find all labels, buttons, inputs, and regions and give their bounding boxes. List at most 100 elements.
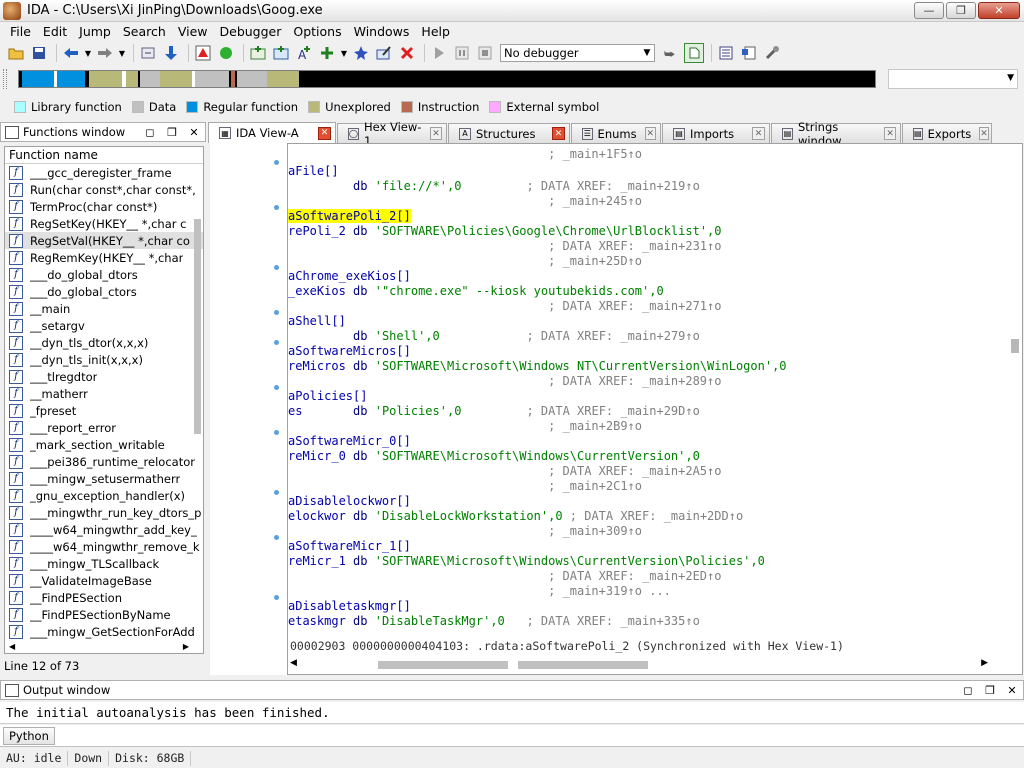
xref-comment[interactable]: ; DATA XREF: _main+289↑o	[288, 374, 721, 388]
minimize-button[interactable]: —	[914, 2, 944, 19]
function-row[interactable]: f RegRemKey(HKEY__ *,char	[5, 249, 203, 266]
xref-comment[interactable]: ; _main+1F5↑o	[288, 147, 642, 161]
data-name[interactable]: _exeKios	[288, 284, 346, 298]
python-language-button[interactable]: Python	[3, 727, 55, 745]
disasm-line[interactable]: aSoftwareMicr_0[]	[288, 434, 411, 449]
xref-comment[interactable]: ; DATA XREF: _main+29D↑o	[461, 404, 699, 418]
data-label[interactable]: aSoftwarePoli_2[]	[288, 209, 411, 223]
data-label[interactable]: aSoftwareMicr_1[]	[288, 539, 411, 553]
xref-comment[interactable]: ; _main+309↑o	[288, 524, 642, 538]
function-name-column-header[interactable]: Function name	[5, 147, 203, 164]
disasm-line[interactable]: aDisabletaskmgr[]	[288, 599, 411, 614]
function-row[interactable]: f __FindPESection	[5, 589, 203, 606]
function-row[interactable]: f ___do_global_ctors	[5, 283, 203, 300]
disasm-line[interactable]: elockwor db 'DisableLockWorkstation',0 ;…	[288, 509, 743, 524]
disasm-line[interactable]: ; DATA XREF: _main+2ED↑o	[288, 569, 721, 584]
menu-windows[interactable]: Windows	[348, 24, 416, 39]
jump-icon[interactable]	[138, 43, 158, 63]
ida-view-a[interactable]: ; _main+1F5↑o aFile[] db 'file://*',0 ; D…	[287, 143, 1023, 675]
data-label[interactable]: aPolicies[]	[288, 389, 367, 403]
disasm-line[interactable]: ; _main+2C1↑o	[288, 479, 642, 494]
breakpoints-icon[interactable]	[739, 43, 759, 63]
xref-comment[interactable]: ; DATA XREF: _main+2DD↑o	[563, 509, 743, 523]
data-label[interactable]: aShell[]	[288, 314, 346, 328]
data-name[interactable]: reMicros	[288, 359, 346, 373]
data-label[interactable]: aSoftwareMicros[]	[288, 344, 411, 358]
disasm-line[interactable]: aFile[]	[288, 164, 339, 179]
add-element-dropdown-icon[interactable]: ▼	[340, 43, 348, 63]
scroll-thumb[interactable]	[1011, 339, 1019, 353]
disasm-line[interactable]: reMicr_0 db 'SOFTWARE\Microsoft\Windows\…	[288, 449, 700, 464]
data-name[interactable]	[288, 329, 346, 343]
close-window-button[interactable]: ✕	[978, 2, 1020, 19]
disasm-line[interactable]: reMicros db 'SOFTWARE\Microsoft\Windows …	[288, 359, 787, 374]
tab-strings-window[interactable]: ▤ Strings window ✕	[771, 120, 901, 148]
disasm-line[interactable]: _exeKios db '"chrome.exe" --kiosk youtub…	[288, 284, 664, 299]
scroll-right-icon[interactable]: ▶	[981, 658, 988, 668]
stop-icon[interactable]	[475, 43, 495, 63]
disasm-line[interactable]: es db 'Policies',0 ; DATA XREF: _main+29…	[288, 404, 700, 419]
close-tab-icon[interactable]: ✕	[318, 126, 331, 140]
data-name[interactable]: rePoli_2	[288, 224, 346, 238]
disasm-line[interactable]: aChrome_exeKios[]	[288, 269, 411, 284]
data-name[interactable]	[288, 179, 346, 193]
tab-enums[interactable]: ☰ Enums ✕	[571, 123, 661, 143]
disasm-line[interactable]: ; _main+309↑o	[288, 524, 642, 539]
xref-comment[interactable]: ; DATA XREF: _main+271↑o	[288, 299, 721, 313]
function-row[interactable]: f ____w64_mingwthr_remove_k	[5, 538, 203, 555]
disasm-line[interactable]: reMicr_1 db 'SOFTWARE\Microsoft\Windows\…	[288, 554, 765, 569]
tools-icon[interactable]	[762, 43, 782, 63]
nav-band-dropdown[interactable]: ▼	[888, 69, 1018, 89]
data-label[interactable]: aChrome_exeKios[]	[288, 269, 411, 283]
menu-options[interactable]: Options	[287, 24, 347, 39]
xref-comment[interactable]: ; _main+25D↑o	[288, 254, 642, 268]
function-row[interactable]: f _fpreset	[5, 402, 203, 419]
data-label[interactable]: aDisabletaskmgr[]	[288, 599, 411, 613]
create-function-icon[interactable]	[248, 43, 268, 63]
disasm-line[interactable]: ; DATA XREF: _main+271↑o	[288, 299, 721, 314]
data-name[interactable]: etaskmgr	[288, 614, 346, 628]
disassembly-listing[interactable]: ; _main+1F5↑o aFile[] db 'file://*',0 ; D…	[288, 144, 1008, 632]
command-bar[interactable]: Python	[0, 725, 1024, 747]
disasm-line[interactable]: ; _main+1F5↑o	[288, 147, 642, 162]
scroll-thumb[interactable]	[518, 661, 648, 669]
open-folder-icon[interactable]	[6, 43, 26, 63]
back-dropdown-icon[interactable]: ▼	[84, 43, 92, 63]
tab-structures[interactable]: A Structures ✕	[448, 123, 570, 143]
menu-debugger[interactable]: Debugger	[214, 24, 288, 39]
disasm-line[interactable]: db 'file://*',0 ; DATA XREF: _main+219↑o	[288, 179, 700, 194]
close-tab-icon[interactable]: ✕	[430, 127, 442, 140]
function-row[interactable]: f ___mingw_setusermatherr	[5, 470, 203, 487]
disasm-line[interactable]: etaskmgr db 'DisableTaskMgr',0 ; DATA XR…	[288, 614, 700, 629]
function-list[interactable]: Function name f ___gcc_deregister_frame f R…	[4, 146, 204, 654]
data-name[interactable]: reMicr_1	[288, 554, 346, 568]
disasm-line[interactable]: aDisablelockwor[]	[288, 494, 411, 509]
xref-comment[interactable]: ; DATA XREF: _main+2ED↑o	[288, 569, 721, 583]
pane-close-icon[interactable]: ✕	[183, 126, 205, 139]
function-row[interactable]: f RegSetVal(HKEY__ *,char co	[5, 232, 203, 249]
function-row[interactable]: f ___do_global_dtors	[5, 266, 203, 283]
disasm-hscroll[interactable]: ◀ ▶	[288, 658, 1008, 672]
function-row[interactable]: f ___mingw_GetSectionForAdd	[5, 623, 203, 640]
add-element-icon[interactable]	[317, 43, 337, 63]
function-row[interactable]: f ___report_error	[5, 419, 203, 436]
function-row[interactable]: f TermProc(char const*)	[5, 198, 203, 215]
data-name[interactable]: reMicr_0	[288, 449, 346, 463]
menu-view[interactable]: View	[172, 24, 214, 39]
function-row[interactable]: f __ValidateImageBase	[5, 572, 203, 589]
xref-comment[interactable]: ; _main+319↑o ...	[288, 584, 671, 598]
tab-hex-view-1[interactable]: ◯ Hex View-1 ✕	[337, 120, 447, 148]
scroll-left-icon[interactable]: ◀	[9, 642, 15, 651]
tab-ida-view-a[interactable]: ▦ IDA View-A ✕	[208, 122, 336, 143]
graph-icon[interactable]	[193, 43, 213, 63]
xref-comment[interactable]: ; _main+245↑o	[288, 194, 642, 208]
function-row[interactable]: f ___mingw_TLScallback	[5, 555, 203, 572]
data-label[interactable]: aFile[]	[288, 164, 339, 178]
tab-imports[interactable]: ▤ Imports ✕	[662, 123, 770, 143]
function-row[interactable]: f ___pei386_runtime_relocator	[5, 453, 203, 470]
function-row[interactable]: f ___mingwthr_run_key_dtors_p	[5, 504, 203, 521]
function-row[interactable]: f __main	[5, 300, 203, 317]
pane-float-icon[interactable]: ❐	[979, 684, 1001, 697]
close-tab-icon[interactable]: ✕	[979, 127, 989, 140]
data-name[interactable]: elockwor	[288, 509, 346, 523]
